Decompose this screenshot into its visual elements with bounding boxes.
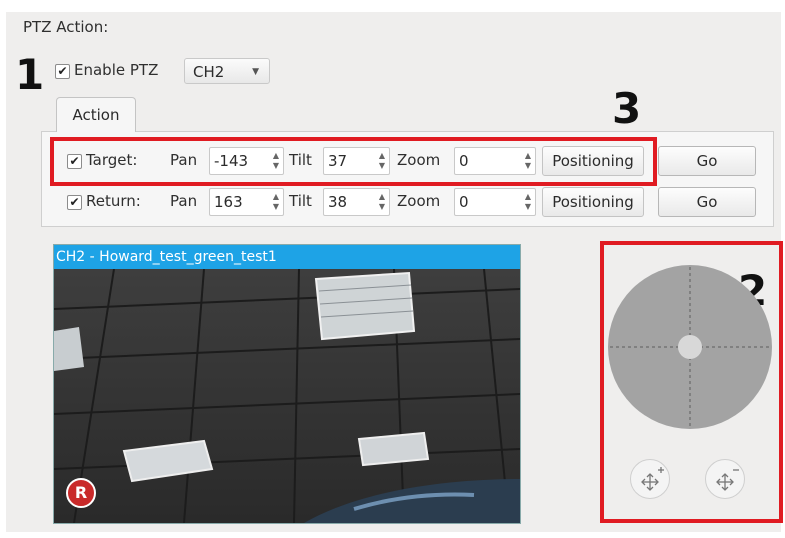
camera-feed-image (54, 269, 520, 523)
callout-3: 3 (612, 84, 642, 133)
enable-ptz-checkbox[interactable]: ✔ (55, 64, 70, 79)
return-zoom-value: 0 (459, 193, 469, 211)
video-title: CH2 - Howard_test_green_test1 (54, 245, 520, 269)
return-label: Return: (86, 192, 141, 210)
video-preview[interactable]: CH2 - Howard_test_green_test1 (53, 244, 521, 524)
return-pan-value: 163 (214, 193, 243, 211)
spin-arrows-icon[interactable]: ▲ ▼ (523, 192, 533, 212)
chevron-down-icon: ▼ (252, 67, 259, 77)
return-positioning-button[interactable]: Positioning (542, 187, 644, 217)
enable-ptz-label: Enable PTZ (74, 61, 159, 79)
tab-action[interactable]: Action (56, 97, 136, 132)
return-zoom-spinbox[interactable]: 0 ▲ ▼ (454, 188, 536, 216)
return-pan-spinbox[interactable]: 163 ▲ ▼ (209, 188, 284, 216)
return-zoom-label: Zoom (397, 192, 441, 210)
return-pan-label: Pan (170, 192, 198, 210)
return-tilt-spinbox[interactable]: 38 ▲ ▼ (323, 188, 390, 216)
target-go-button[interactable]: Go (658, 146, 756, 176)
tab-action-label: Action (72, 106, 120, 124)
highlight-box-2 (600, 241, 783, 523)
spin-arrows-icon[interactable]: ▲ ▼ (377, 192, 387, 212)
record-badge: R (66, 478, 96, 508)
channel-select-value: CH2 (193, 63, 225, 81)
return-checkbox[interactable]: ✔ (67, 195, 82, 210)
return-tilt-value: 38 (328, 193, 348, 211)
highlight-box-3 (50, 137, 657, 186)
callout-1: 1 (15, 50, 45, 99)
spin-arrows-icon[interactable]: ▲ ▼ (271, 192, 281, 212)
section-title: PTZ Action: (23, 18, 109, 36)
channel-select[interactable]: CH2 ▼ (184, 58, 270, 84)
return-go-button[interactable]: Go (658, 187, 756, 217)
return-tilt-label: Tilt (289, 192, 312, 210)
